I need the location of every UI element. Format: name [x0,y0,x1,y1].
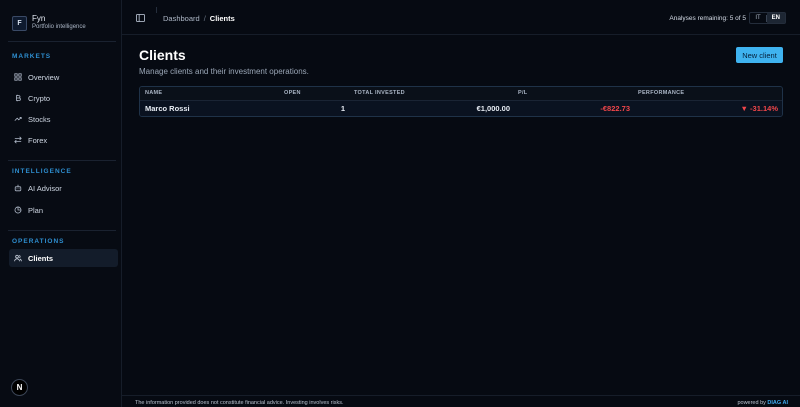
footer: The information provided does not consti… [122,395,800,407]
sidebar-item-label: Stocks [28,114,51,124]
brand[interactable]: F Fyn Portfolio intelligence [12,14,86,32]
divider [8,41,116,42]
sidebar-item-overview[interactable]: Overview [9,68,118,86]
section-title-operations: OPERATIONS [12,238,65,245]
sidebar-item-clients[interactable]: Clients [9,249,118,267]
brand-subtitle: Portfolio intelligence [32,24,86,30]
breadcrumb-dashboard[interactable]: Dashboard [163,14,200,23]
new-client-button[interactable]: New client [736,47,783,63]
pie-icon [14,206,22,214]
bitcoin-icon [16,94,21,102]
column-header-open[interactable]: OPEN [284,87,301,100]
disclaimer-text: The information provided does not consti… [135,400,344,406]
cell-performance: ▼ -31.14% [740,104,778,113]
analyses-remaining: Analyses remaining: 5 of 5 [669,15,746,22]
trend-icon [14,117,22,121]
lang-en-button[interactable]: EN [766,13,785,23]
column-header-total-invested[interactable]: TOTAL INVESTED [354,87,405,100]
sidebar-item-ai-advisor[interactable]: AI Advisor [9,179,118,197]
table-row[interactable]: Marco Rossi 1 €1,000.00 -€822.73 ▼ -31.1… [140,101,782,116]
section-title-markets: MARKETS [12,53,52,60]
cell-name: Marco Rossi [145,104,190,113]
sidebar-item-label: AI Advisor [28,183,62,193]
sidebar: F Fyn Portfolio intelligence MARKETS Ove… [0,0,122,407]
sidebar-item-label: Overview [28,72,60,82]
language-switcher: IT EN [749,12,786,24]
sidebar-item-label: Crypto [28,93,51,103]
bot-icon [14,184,22,192]
divider [156,7,157,13]
divider [8,230,116,231]
divider [8,160,116,161]
cell-pl: -€822.73 [600,104,630,113]
clients-table: NAME OPEN TOTAL INVESTED P/L PERFORMANCE… [139,86,783,117]
swap-icon [14,136,22,144]
sidebar-item-crypto[interactable]: Crypto [9,89,118,107]
sidebar-item-plan[interactable]: Plan [9,201,118,219]
framework-logo[interactable]: N [11,379,28,396]
column-header-name[interactable]: NAME [145,87,162,100]
column-header-performance[interactable]: PERFORMANCE [638,87,684,100]
lang-it-button[interactable]: IT [750,13,765,23]
users-icon [14,254,22,262]
breadcrumb-current: Clients [209,14,235,23]
section-title-intelligence: INTELLIGENCE [12,168,72,175]
cell-open: 1 [340,104,345,113]
topbar: Dashboard / Clients Analyses remaining: 5 … [122,0,800,35]
page-title: Clients [139,47,186,63]
cell-total-invested: €1,000.00 [476,104,510,113]
powered-by: powered by DIAG AI [737,400,788,406]
sidebar-item-label: Plan [28,205,44,215]
sidebar-item-forex[interactable]: Forex [9,131,118,149]
sidebar-item-stocks[interactable]: Stocks [9,110,118,128]
sidebar-item-label: Forex [28,135,48,145]
page-description: Manage clients and their investment oper… [139,67,309,76]
breadcrumb: Dashboard / Clients [163,14,235,23]
brand-logo: F [12,15,27,31]
powered-by-label: powered by [737,400,766,406]
table-header: NAME OPEN TOTAL INVESTED P/L PERFORMANCE [140,87,782,101]
breadcrumb-separator: / [203,14,206,23]
grid-icon [14,73,22,81]
powered-by-link[interactable]: DIAG AI [767,400,788,406]
sidebar-toggle-icon[interactable] [136,14,145,22]
sidebar-item-label: Clients [28,253,54,263]
column-header-pl[interactable]: P/L [518,87,527,100]
brand-name: Fyn [32,14,46,23]
